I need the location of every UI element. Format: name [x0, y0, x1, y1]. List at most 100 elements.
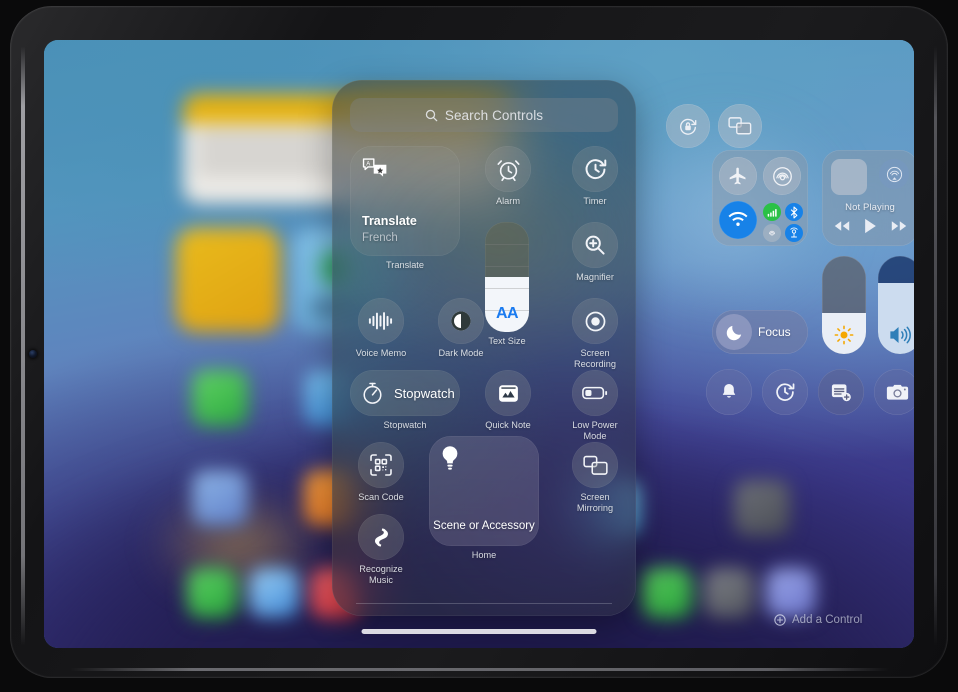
camera-button[interactable] [874, 369, 914, 415]
control-alarm-label: Alarm [496, 196, 520, 206]
app-icon-messages[interactable] [192, 370, 248, 426]
translate-icon-wrap: A [362, 157, 388, 179]
control-text-size[interactable]: AA Text Size [485, 222, 529, 346]
volume-icon-wrap [878, 325, 914, 345]
wifi-icon [728, 211, 748, 226]
focus-button[interactable]: Focus [712, 310, 808, 354]
control-scan-code-label: Scan Code [358, 492, 404, 502]
alarm-clock-icon [496, 159, 520, 181]
wifi-button[interactable] [719, 201, 757, 239]
control-recognize-music[interactable]: Recognize Music [358, 514, 404, 585]
control-scan-code[interactable]: Scan Code [358, 442, 404, 502]
front-camera [29, 350, 37, 358]
play-icon[interactable] [864, 218, 877, 234]
control-screen-recording-button[interactable] [572, 298, 618, 344]
airplane-icon [729, 167, 746, 185]
app-icon-files[interactable] [192, 470, 248, 526]
gallery-bottom-divider [356, 603, 612, 604]
control-magnifier-button[interactable] [572, 222, 618, 268]
fast-forward-icon[interactable] [891, 220, 907, 232]
timer-icon [585, 158, 606, 179]
control-screen-mirroring[interactable]: Screen Mirroring [572, 442, 618, 513]
text-size-value: AA [495, 305, 519, 322]
text-size-rule [485, 244, 529, 245]
rewind-icon[interactable] [834, 220, 850, 232]
lightbulb-icon-wrap [440, 445, 460, 473]
hotspot-icon [790, 227, 798, 238]
now-playing-module[interactable]: Not Playing [822, 150, 914, 246]
dark-mode-icon [451, 311, 471, 331]
quick-buttons-row [706, 369, 914, 415]
control-timer-label: Timer [583, 196, 607, 206]
airplane-mode-button[interactable] [719, 157, 757, 195]
control-stopwatch-label: Stopwatch [383, 420, 427, 430]
control-screen-mirroring-button[interactable] [572, 442, 618, 488]
sun-icon [834, 325, 854, 345]
rotation-lock-button[interactable] [666, 104, 710, 148]
control-stopwatch-button[interactable]: Stopwatch [350, 370, 460, 416]
control-scene-accessory-tile[interactable]: Scene or Accessory [429, 436, 539, 546]
translate-icon: A [362, 158, 387, 177]
silent-mode-button[interactable] [706, 369, 752, 415]
airplay-button[interactable] [879, 159, 909, 189]
control-voice-memo[interactable]: Voice Memo [356, 298, 406, 358]
control-quick-note[interactable]: Quick Note [485, 370, 531, 430]
brightness-icon-wrap [822, 325, 866, 345]
shazam-icon [374, 527, 388, 547]
control-voice-memo-button[interactable] [358, 298, 404, 344]
timer-button[interactable] [762, 369, 808, 415]
dock-app-messages[interactable] [187, 568, 237, 618]
control-recognize-music-button[interactable] [358, 514, 404, 560]
control-text-size-slider[interactable]: AA [485, 222, 529, 332]
control-dark-mode-button[interactable] [438, 298, 484, 344]
brightness-slider[interactable] [822, 256, 866, 354]
magnifier-icon [585, 235, 605, 255]
control-translate-tile[interactable]: A Translate French [350, 146, 460, 256]
search-controls-field[interactable]: Search Controls [350, 98, 618, 132]
volume-slider[interactable] [878, 256, 914, 354]
moon-icon [726, 325, 741, 340]
screen-mirroring-button[interactable] [718, 104, 762, 148]
control-magnifier[interactable]: Magnifier [572, 222, 618, 282]
add-a-control-button[interactable]: Add a Control [774, 614, 862, 626]
camera-icon [886, 384, 908, 400]
control-timer[interactable]: Timer [572, 146, 618, 206]
control-quick-note-button[interactable] [485, 370, 531, 416]
control-magnifier-label: Magnifier [576, 272, 614, 282]
control-alarm-button[interactable] [485, 146, 531, 192]
airdrop-icon [772, 166, 792, 186]
cellular-button[interactable] [763, 203, 781, 221]
home-indicator[interactable] [361, 629, 597, 634]
airdrop-small-button[interactable] [763, 224, 781, 242]
connectivity-module[interactable] [712, 150, 808, 246]
dock-app-safari[interactable] [249, 568, 299, 618]
quick-note-button[interactable] [818, 369, 864, 415]
search-controls-placeholder: Search Controls [444, 107, 544, 123]
hotspot-button[interactable] [785, 224, 803, 242]
bluetooth-button[interactable] [785, 203, 803, 221]
record-icon [585, 311, 605, 331]
control-low-power-mode-button[interactable] [572, 370, 618, 416]
media-transport-controls [822, 218, 914, 234]
rotation-mirroring-group [666, 104, 762, 148]
quick-note-icon [498, 384, 518, 402]
control-timer-button[interactable] [572, 146, 618, 192]
control-dark-mode[interactable]: Dark Mode [438, 298, 484, 358]
control-alarm[interactable]: Alarm [485, 146, 531, 206]
speaker-icon [890, 326, 911, 344]
control-screen-recording[interactable]: Screen Recording [572, 298, 618, 369]
focus-icon-circle [716, 314, 752, 350]
control-scene-accessory-title: Scene or Accessory [433, 520, 535, 532]
note-add-icon [831, 384, 851, 402]
control-stopwatch[interactable]: Stopwatch Stopwatch [350, 370, 460, 430]
control-recognize-music-label: Recognize Music [359, 564, 403, 585]
control-low-power-mode[interactable]: Low Power Mode [572, 370, 618, 441]
home-widget-notes[interactable] [176, 228, 280, 332]
control-stopwatch-title: Stopwatch [394, 385, 455, 401]
cellular-icon [767, 208, 777, 217]
airdrop-button[interactable] [763, 157, 801, 195]
widget-news-line [197, 149, 336, 156]
control-low-power-mode-label: Low Power Mode [572, 420, 618, 441]
search-icon [425, 109, 438, 121]
control-scan-code-button[interactable] [358, 442, 404, 488]
